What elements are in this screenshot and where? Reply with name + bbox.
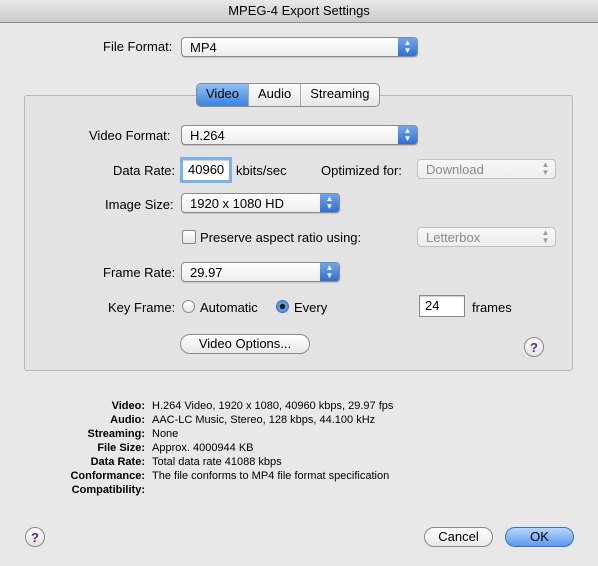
optimized-for-label: Optimized for: [321,163,402,178]
popup-arrows-icon: ▲ ▼ [398,38,417,56]
data-rate-label: Data Rate: [113,163,176,178]
tab-video[interactable]: Video [197,84,250,106]
file-format-label: File Format: [103,39,173,54]
data-rate-unit: kbits/sec [236,163,287,178]
optimized-for-popup[interactable]: Download ▲ ▼ [417,159,556,179]
data-rate-input[interactable]: 40960 [180,157,232,183]
window-title: MPEG-4 Export Settings [0,0,598,23]
key-frame-every-label: Every [294,300,328,315]
key-frame-input[interactable]: 24 [419,295,465,317]
key-frame-unit: frames [472,300,512,315]
image-size-value: 1920 x 1080 HD [190,196,284,211]
popup-arrows-icon: ▲ ▼ [541,228,550,245]
video-format-value: H.264 [190,128,225,143]
file-format-value: MP4 [190,40,217,55]
video-options-button[interactable]: Video Options... [180,334,310,354]
cancel-button[interactable]: Cancel [424,527,493,547]
file-format-popup[interactable]: MP4 ▲ ▼ [181,37,418,57]
help-icon[interactable]: ? [25,527,45,547]
frame-rate-popup[interactable]: 29.97 ▲ ▼ [181,262,340,282]
frame-rate-value: 29.97 [190,265,223,280]
ok-button[interactable]: OK [505,527,574,547]
key-frame-label: Key Frame: [108,300,176,315]
tab-bar: Video Audio Streaming [196,83,380,107]
popup-arrows-icon: ▲ ▼ [320,263,339,281]
letterbox-value: Letterbox [426,230,481,245]
image-size-label: Image Size: [105,197,174,212]
video-format-popup[interactable]: H.264 ▲ ▼ [181,125,418,145]
tab-audio[interactable]: Audio [249,84,302,106]
help-icon[interactable]: ? [524,337,544,357]
letterbox-popup[interactable]: Letterbox ▲ ▼ [417,227,556,247]
popup-arrows-icon: ▲ ▼ [320,194,339,212]
optimized-for-value: Download [426,162,484,177]
preserve-aspect-checkbox[interactable] [182,230,196,244]
key-frame-every-radio[interactable] [276,300,289,313]
key-frame-automatic-radio[interactable] [182,300,195,313]
tab-streaming[interactable]: Streaming [301,84,378,106]
frame-rate-label: Frame Rate: [103,265,176,280]
preserve-aspect-label: Preserve aspect ratio using: [200,230,362,245]
image-size-popup[interactable]: 1920 x 1080 HD ▲ ▼ [181,193,340,213]
popup-arrows-icon: ▲ ▼ [541,160,550,177]
popup-arrows-icon: ▲ ▼ [398,126,417,144]
video-format-label: Video Format: [89,128,171,143]
key-frame-automatic-label: Automatic [200,300,258,315]
